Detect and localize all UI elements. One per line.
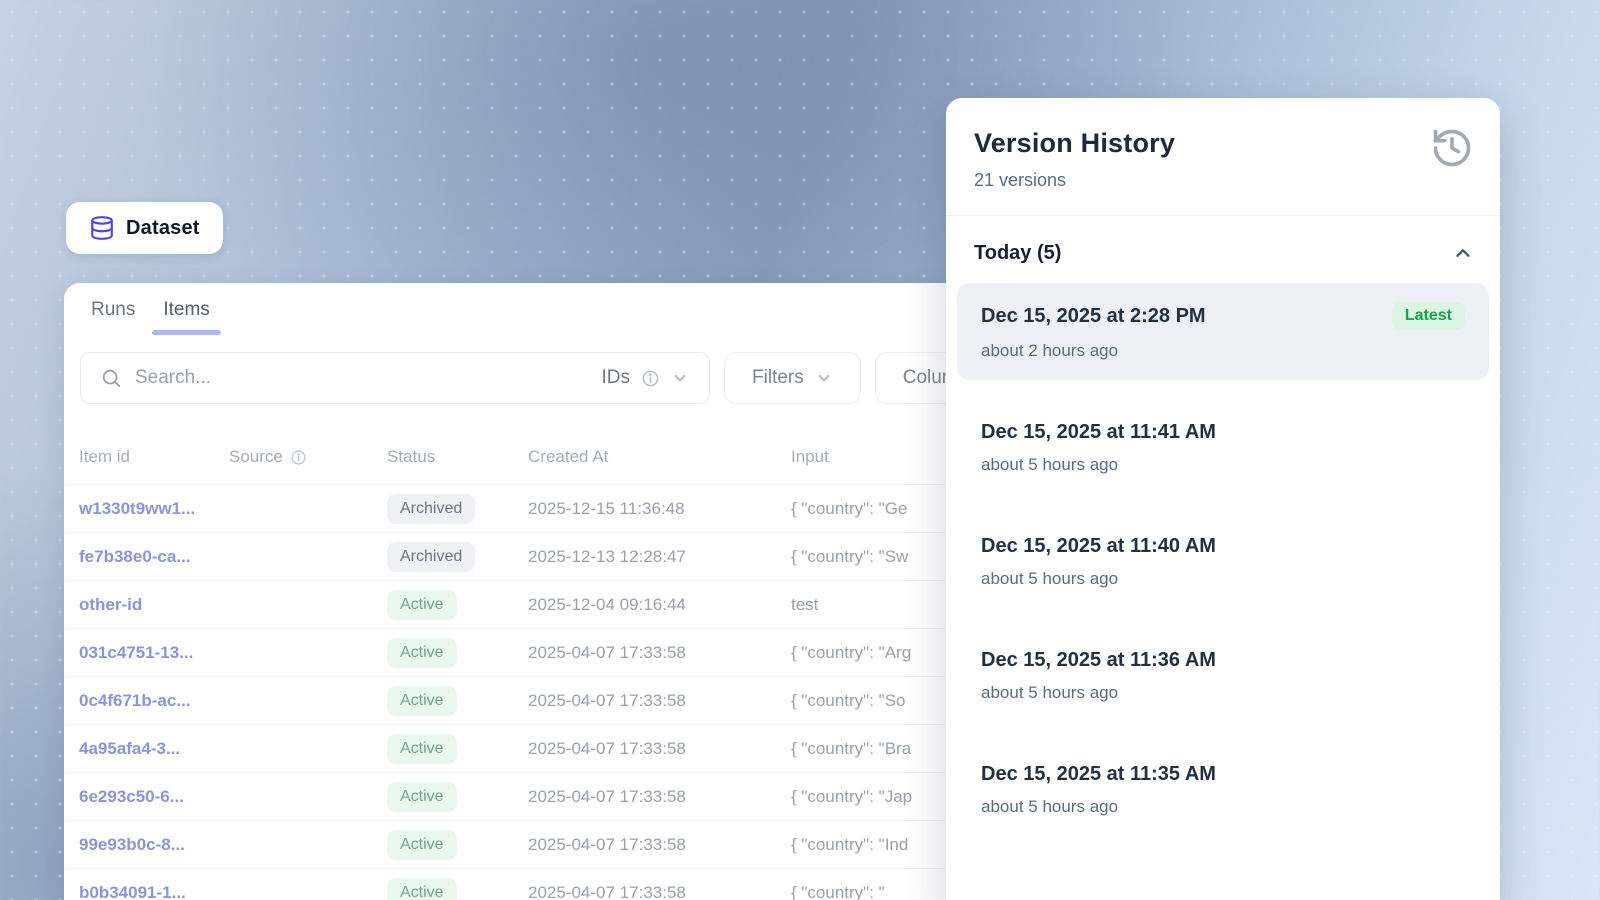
- version-relative: about 2 hours ago: [981, 341, 1465, 361]
- item-id-link[interactable]: 4a95afa4-3...: [79, 739, 229, 759]
- status-badge: Active: [387, 686, 457, 716]
- version-date: Dec 15, 2025 at 11:41 AM: [981, 421, 1216, 444]
- version-group-today[interactable]: Today (5): [946, 216, 1500, 283]
- version-date: Dec 15, 2025 at 2:28 PM: [981, 305, 1206, 328]
- tab-items[interactable]: Items: [163, 299, 209, 335]
- dataset-badge[interactable]: Dataset: [66, 202, 223, 254]
- item-id-link[interactable]: 0c4f671b-ac...: [79, 691, 229, 711]
- chevron-down-icon: [671, 369, 689, 387]
- version-history-header: Version History 21 versions: [946, 98, 1500, 216]
- version-group-label: Today (5): [974, 242, 1061, 265]
- status-badge: Active: [387, 590, 457, 620]
- ids-dropdown-label: IDs: [602, 367, 631, 389]
- version-relative: about 5 hours ago: [981, 455, 1465, 475]
- version-entry[interactable]: Dec 15, 2025 at 11:40 AM about 5 hours a…: [957, 516, 1489, 608]
- dataset-badge-label: Dataset: [126, 217, 200, 240]
- status-badge: Active: [387, 638, 457, 668]
- tab-runs[interactable]: Runs: [91, 299, 135, 335]
- item-id-link[interactable]: 031c4751-13...: [79, 643, 229, 663]
- created-at-cell: 2025-04-07 17:33:58: [528, 643, 791, 663]
- version-history-title: Version History: [974, 128, 1472, 159]
- column-header-created-at[interactable]: Created At: [528, 447, 791, 467]
- version-relative: about 5 hours ago: [981, 569, 1465, 589]
- chevron-down-icon: [815, 369, 833, 387]
- version-entry[interactable]: Dec 15, 2025 at 11:41 AM about 5 hours a…: [957, 402, 1489, 494]
- search-box[interactable]: IDs: [80, 352, 710, 404]
- search-input[interactable]: [135, 367, 602, 389]
- status-badge: Archived: [387, 494, 475, 524]
- column-header-status[interactable]: Status: [387, 447, 528, 467]
- item-id-link[interactable]: 6e293c50-6...: [79, 787, 229, 807]
- version-count: 21 versions: [974, 170, 1472, 191]
- column-header-item-id[interactable]: Item id: [79, 447, 229, 467]
- filters-button-label: Filters: [752, 367, 804, 389]
- version-history-panel: Version History 21 versions Today (5) De…: [946, 98, 1500, 900]
- info-icon: [641, 369, 660, 388]
- search-icon: [100, 367, 122, 389]
- item-id-link[interactable]: w1330t9ww1...: [79, 499, 229, 519]
- status-badge: Active: [387, 782, 457, 812]
- created-at-cell: 2025-04-07 17:33:58: [528, 787, 791, 807]
- chevron-up-icon[interactable]: [1452, 243, 1474, 265]
- status-badge: Active: [387, 878, 457, 900]
- status-badge: Active: [387, 734, 457, 764]
- latest-badge: Latest: [1392, 302, 1465, 330]
- column-header-source[interactable]: Source: [229, 447, 387, 467]
- version-relative: about 5 hours ago: [981, 683, 1465, 703]
- filters-button[interactable]: Filters: [724, 352, 861, 404]
- version-relative: about 5 hours ago: [981, 797, 1465, 817]
- status-badge: Archived: [387, 542, 475, 572]
- status-badge: Active: [387, 830, 457, 860]
- info-icon: [290, 449, 307, 466]
- version-date: Dec 15, 2025 at 11:40 AM: [981, 535, 1216, 558]
- history-icon: [1430, 126, 1474, 170]
- item-id-link[interactable]: fe7b38e0-ca...: [79, 547, 229, 567]
- version-list: Dec 15, 2025 at 2:28 PM Latest about 2 h…: [946, 283, 1500, 836]
- created-at-cell: 2025-12-13 12:28:47: [528, 547, 791, 567]
- created-at-cell: 2025-04-07 17:33:58: [528, 739, 791, 759]
- created-at-cell: 2025-04-07 17:33:58: [528, 883, 791, 900]
- item-id-link[interactable]: 99e93b0c-8...: [79, 835, 229, 855]
- version-entry[interactable]: Dec 15, 2025 at 11:36 AM about 5 hours a…: [957, 630, 1489, 722]
- version-date: Dec 15, 2025 at 11:36 AM: [981, 649, 1216, 672]
- version-entry[interactable]: Dec 15, 2025 at 2:28 PM Latest about 2 h…: [957, 283, 1489, 380]
- created-at-cell: 2025-12-04 09:16:44: [528, 595, 791, 615]
- ids-dropdown[interactable]: IDs: [602, 367, 690, 389]
- created-at-cell: 2025-04-07 17:33:58: [528, 691, 791, 711]
- version-entry[interactable]: Dec 15, 2025 at 11:35 AM about 5 hours a…: [957, 744, 1489, 836]
- item-id-link[interactable]: other-id: [79, 595, 229, 615]
- version-date: Dec 15, 2025 at 11:35 AM: [981, 763, 1216, 786]
- column-header-source-label: Source: [229, 447, 283, 467]
- item-id-link[interactable]: b0b34091-1...: [79, 883, 229, 900]
- database-icon: [89, 215, 115, 241]
- created-at-cell: 2025-12-15 11:36:48: [528, 499, 791, 519]
- created-at-cell: 2025-04-07 17:33:58: [528, 835, 791, 855]
